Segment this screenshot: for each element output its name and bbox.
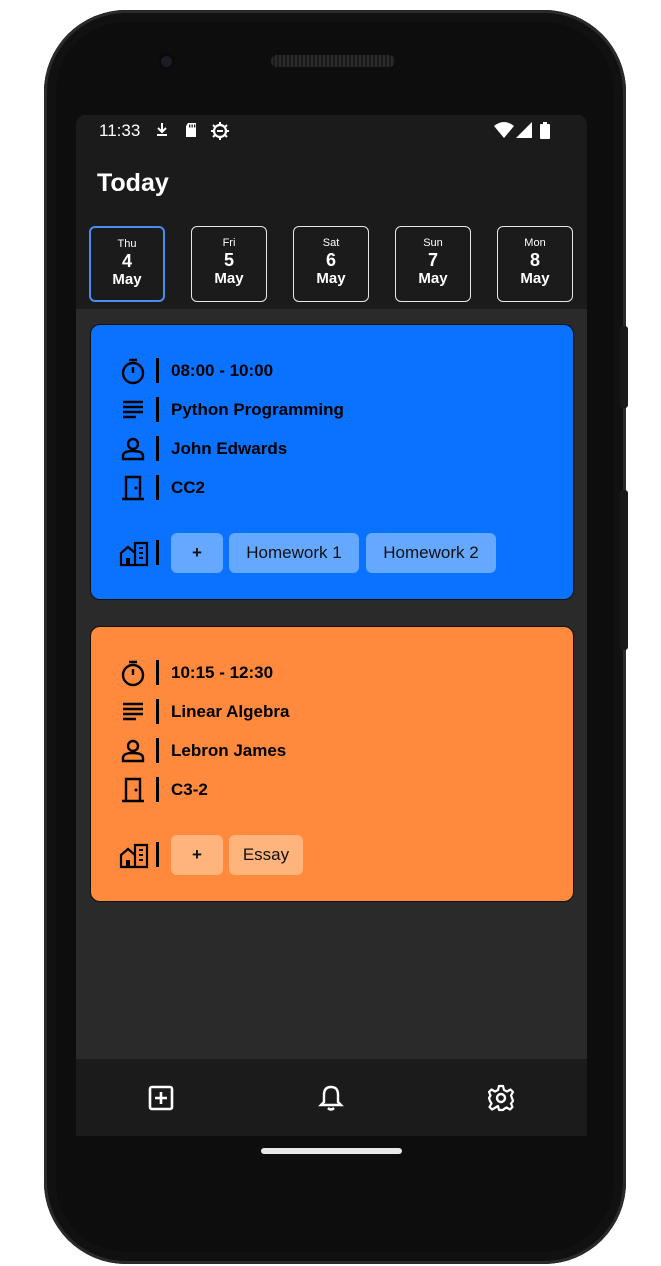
day-month: May (112, 271, 142, 288)
timer-icon (119, 357, 147, 385)
class-time: 10:15 - 12:30 (171, 663, 274, 682)
status-time: 11:33 (99, 121, 141, 140)
front-camera (158, 53, 175, 70)
door-icon (119, 474, 147, 502)
add-task-button[interactable]: + (171, 533, 223, 573)
notes-icon (119, 396, 147, 424)
day-month: May (316, 270, 346, 287)
subject-row: Python Programming (119, 396, 559, 424)
class-subject: Python Programming (171, 400, 344, 419)
day-number: 7 (427, 250, 438, 270)
timer-icon (119, 659, 147, 687)
divider (156, 475, 159, 500)
bell-icon[interactable] (316, 1083, 346, 1113)
class-time: 08:00 - 10:00 (171, 361, 274, 380)
tasks-row: + Essay (119, 835, 559, 875)
time-row: 10:15 - 12:30 (119, 659, 559, 687)
day-of-week: Sun (423, 237, 443, 249)
signal-icon (516, 122, 532, 143)
day-month: May (214, 270, 244, 287)
teacher-row: Lebron James (119, 737, 559, 765)
day-number: 4 (121, 251, 132, 271)
divider (156, 540, 159, 565)
room-row: C3-2 (119, 776, 559, 804)
divider (156, 436, 159, 461)
person-icon (119, 435, 147, 463)
day-of-week: Mon (524, 237, 546, 249)
divider (156, 699, 159, 724)
room-row: CC2 (119, 474, 559, 502)
notes-icon (119, 698, 147, 726)
time-row: 08:00 - 10:00 (119, 357, 559, 385)
divider (156, 738, 159, 763)
day-card-fri[interactable]: Fri 5 May (191, 226, 267, 302)
day-card-mon[interactable]: Mon 8 May (497, 226, 573, 302)
day-number: 5 (223, 250, 234, 270)
day-month: May (520, 270, 550, 287)
home-indicator[interactable] (261, 1148, 402, 1154)
power-button (620, 326, 628, 408)
class-room: CC2 (171, 478, 206, 497)
task-chip-homework-2[interactable]: Homework 2 (366, 533, 496, 573)
day-number: 6 (325, 250, 336, 270)
teacher-row: John Edwards (119, 435, 559, 463)
day-of-week: Thu (117, 238, 137, 250)
class-subject: Linear Algebra (171, 702, 290, 721)
class-room: C3-2 (171, 780, 208, 799)
class-card[interactable]: 10:15 - 12:30 Linear Algebra Lebron Jame… (90, 626, 574, 902)
page-title: Today (97, 169, 169, 197)
day-of-week: Sat (322, 237, 340, 249)
debug-icon (210, 122, 230, 145)
task-chip-essay[interactable]: Essay (229, 835, 303, 875)
divider (156, 358, 159, 383)
volume-button (620, 490, 628, 650)
app-header: Today Thu 4 May Fri 5 May Sat 6 May Sun … (76, 147, 587, 309)
class-teacher: John Edwards (171, 439, 288, 458)
status-bar: 11:33 (76, 115, 587, 147)
day-card-thu[interactable]: Thu 4 May (89, 226, 165, 302)
door-icon (119, 776, 147, 804)
day-card-sat[interactable]: Sat 6 May (293, 226, 369, 302)
divider (156, 777, 159, 802)
battery-icon (540, 122, 550, 144)
tasks-row: + Homework 1 Homework 2 (119, 533, 559, 573)
subject-row: Linear Algebra (119, 698, 559, 726)
earpiece-speaker (271, 55, 395, 67)
sd-card-icon (184, 122, 198, 143)
add-icon[interactable] (146, 1083, 176, 1113)
class-card[interactable]: 08:00 - 10:00 Python Programming John Ed… (90, 324, 574, 600)
building-icon (119, 539, 149, 567)
wifi-icon (494, 122, 514, 143)
class-teacher: Lebron James (171, 741, 287, 760)
gear-icon[interactable] (486, 1083, 516, 1113)
day-of-week: Fri (222, 237, 236, 249)
task-chip-homework-1[interactable]: Homework 1 (229, 533, 359, 573)
screen: 11:33 Today Thu 4 May Fri 5 May Sat 6 Ma… (76, 115, 587, 1136)
add-task-button[interactable]: + (171, 835, 223, 875)
person-icon (119, 737, 147, 765)
download-icon (155, 122, 169, 143)
divider (156, 660, 159, 685)
day-number: 8 (529, 250, 540, 270)
day-month: May (418, 270, 448, 287)
day-card-sun[interactable]: Sun 7 May (395, 226, 471, 302)
day-selector: Thu 4 May Fri 5 May Sat 6 May Sun 7 May … (89, 226, 579, 302)
divider (156, 842, 159, 867)
bottom-nav (76, 1059, 587, 1136)
building-icon (119, 841, 149, 869)
divider (156, 397, 159, 422)
